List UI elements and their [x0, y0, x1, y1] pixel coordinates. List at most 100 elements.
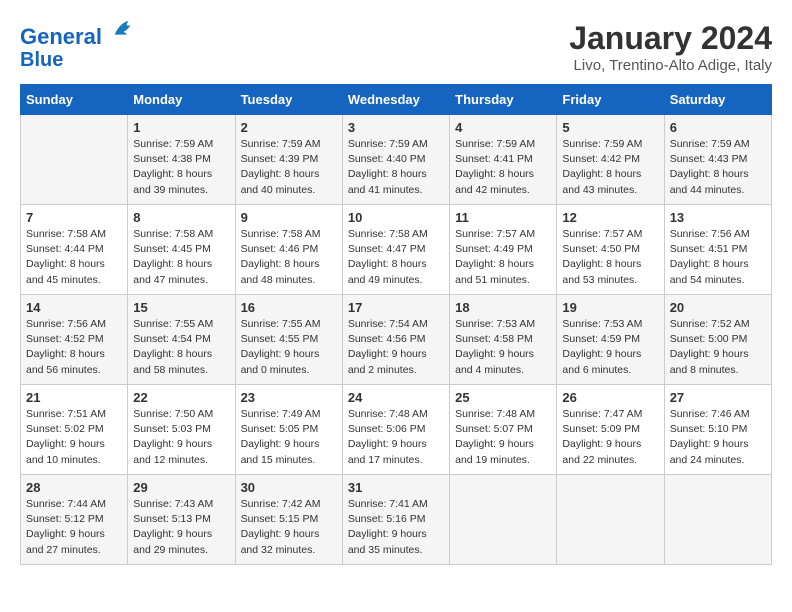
calendar-table: SundayMondayTuesdayWednesdayThursdayFrid…: [20, 84, 772, 565]
day-info: Sunrise: 7:48 AMSunset: 5:06 PMDaylight:…: [348, 407, 444, 468]
calendar-cell: 6 Sunrise: 7:59 AMSunset: 4:43 PMDaylight…: [664, 115, 771, 205]
weekday-header-row: SundayMondayTuesdayWednesdayThursdayFrid…: [21, 85, 772, 115]
calendar-cell: 13 Sunrise: 7:56 AMSunset: 4:51 PMDayligh…: [664, 205, 771, 295]
day-info: Sunrise: 7:58 AMSunset: 4:45 PMDaylight:…: [133, 227, 229, 288]
day-info: Sunrise: 7:42 AMSunset: 5:15 PMDaylight:…: [241, 497, 337, 558]
day-info: Sunrise: 7:49 AMSunset: 5:05 PMDaylight:…: [241, 407, 337, 468]
calendar-cell: 2 Sunrise: 7:59 AMSunset: 4:39 PMDaylight…: [235, 115, 342, 205]
day-info: Sunrise: 7:56 AMSunset: 4:52 PMDaylight:…: [26, 317, 122, 378]
day-info: Sunrise: 7:50 AMSunset: 5:03 PMDaylight:…: [133, 407, 229, 468]
weekday-header-tuesday: Tuesday: [235, 85, 342, 115]
day-info: Sunrise: 7:44 AMSunset: 5:12 PMDaylight:…: [26, 497, 122, 558]
day-number: 20: [670, 300, 766, 315]
calendar-week-row: 7Sunrise: 7:58 AMSunset: 4:44 PMDaylight…: [21, 205, 772, 295]
day-info: Sunrise: 7:59 AMSunset: 4:40 PMDaylight:…: [348, 137, 444, 198]
day-number: 12: [562, 210, 658, 225]
day-number: 6: [670, 120, 766, 135]
day-info: Sunrise: 7:57 AMSunset: 4:49 PMDaylight:…: [455, 227, 551, 288]
calendar-cell: 29 Sunrise: 7:43 AMSunset: 5:13 PMDayligh…: [128, 475, 235, 565]
logo: General Blue: [20, 20, 138, 71]
day-info: Sunrise: 7:59 AMSunset: 4:38 PMDaylight:…: [133, 137, 229, 198]
day-info: Sunrise: 7:46 AMSunset: 5:10 PMDaylight:…: [670, 407, 766, 468]
day-info: Sunrise: 7:54 AMSunset: 4:56 PMDaylight:…: [348, 317, 444, 378]
day-number: 30: [241, 480, 337, 495]
calendar-cell: 17Sunrise: 7:54 AMSunset: 4:56 PMDayligh…: [342, 295, 449, 385]
day-number: 22: [133, 390, 229, 405]
day-number: 14: [26, 300, 122, 315]
day-info: Sunrise: 7:52 AMSunset: 5:00 PMDaylight:…: [670, 317, 766, 378]
calendar-cell: 30 Sunrise: 7:42 AMSunset: 5:15 PMDayligh…: [235, 475, 342, 565]
day-info: Sunrise: 7:59 AMSunset: 4:43 PMDaylight:…: [670, 137, 766, 198]
day-number: 23: [241, 390, 337, 405]
calendar-cell: 14 Sunrise: 7:56 AMSunset: 4:52 PMDayligh…: [21, 295, 128, 385]
day-number: 26: [562, 390, 658, 405]
day-number: 1: [133, 120, 229, 135]
calendar-cell: 26 Sunrise: 7:47 AMSunset: 5:09 PMDayligh…: [557, 385, 664, 475]
logo-general: General: [20, 24, 102, 49]
calendar-cell: 20 Sunrise: 7:52 AMSunset: 5:00 PMDayligh…: [664, 295, 771, 385]
page-header: General Blue January 2024 Livo, Trentino…: [20, 20, 772, 74]
day-info: Sunrise: 7:58 AMSunset: 4:46 PMDaylight:…: [241, 227, 337, 288]
day-number: 24: [348, 390, 444, 405]
day-info: Sunrise: 7:43 AMSunset: 5:13 PMDaylight:…: [133, 497, 229, 558]
calendar-cell: 23 Sunrise: 7:49 AMSunset: 5:05 PMDayligh…: [235, 385, 342, 475]
day-number: 28: [26, 480, 122, 495]
calendar-cell: 18 Sunrise: 7:53 AMSunset: 4:58 PMDayligh…: [450, 295, 557, 385]
day-number: 27: [670, 390, 766, 405]
calendar-cell: 27 Sunrise: 7:46 AMSunset: 5:10 PMDayligh…: [664, 385, 771, 475]
weekday-header-monday: Monday: [128, 85, 235, 115]
title-block: January 2024 Livo, Trentino-Alto Adige, …: [569, 20, 772, 74]
weekday-header-friday: Friday: [557, 85, 664, 115]
day-number: 25: [455, 390, 551, 405]
calendar-cell: 11Sunrise: 7:57 AMSunset: 4:49 PMDayligh…: [450, 205, 557, 295]
calendar-cell: 19Sunrise: 7:53 AMSunset: 4:59 PMDayligh…: [557, 295, 664, 385]
calendar-cell: 10 Sunrise: 7:58 AMSunset: 4:47 PMDayligh…: [342, 205, 449, 295]
day-number: 15: [133, 300, 229, 315]
day-info: Sunrise: 7:41 AMSunset: 5:16 PMDaylight:…: [348, 497, 444, 558]
day-number: 2: [241, 120, 337, 135]
day-info: Sunrise: 7:59 AMSunset: 4:39 PMDaylight:…: [241, 137, 337, 198]
calendar-cell: 12 Sunrise: 7:57 AMSunset: 4:50 PMDayligh…: [557, 205, 664, 295]
calendar-cell: 28 Sunrise: 7:44 AMSunset: 5:12 PMDayligh…: [21, 475, 128, 565]
day-info: Sunrise: 7:51 AMSunset: 5:02 PMDaylight:…: [26, 407, 122, 468]
day-number: 13: [670, 210, 766, 225]
day-info: Sunrise: 7:57 AMSunset: 4:50 PMDaylight:…: [562, 227, 658, 288]
calendar-cell: 15Sunrise: 7:55 AMSunset: 4:54 PMDayligh…: [128, 295, 235, 385]
calendar-cell: [557, 475, 664, 565]
day-number: 3: [348, 120, 444, 135]
calendar-week-row: 1 Sunrise: 7:59 AMSunset: 4:38 PMDaylight…: [21, 115, 772, 205]
calendar-week-row: 14 Sunrise: 7:56 AMSunset: 4:52 PMDayligh…: [21, 295, 772, 385]
calendar-cell: 16 Sunrise: 7:55 AMSunset: 4:55 PMDayligh…: [235, 295, 342, 385]
day-info: Sunrise: 7:48 AMSunset: 5:07 PMDaylight:…: [455, 407, 551, 468]
logo-text: General: [20, 20, 138, 49]
calendar-cell: 24 Sunrise: 7:48 AMSunset: 5:06 PMDayligh…: [342, 385, 449, 475]
calendar-cell: 1 Sunrise: 7:59 AMSunset: 4:38 PMDaylight…: [128, 115, 235, 205]
calendar-cell: 7Sunrise: 7:58 AMSunset: 4:44 PMDaylight…: [21, 205, 128, 295]
day-number: 18: [455, 300, 551, 315]
day-info: Sunrise: 7:55 AMSunset: 4:55 PMDaylight:…: [241, 317, 337, 378]
calendar-cell: 9Sunrise: 7:58 AMSunset: 4:46 PMDaylight…: [235, 205, 342, 295]
day-number: 29: [133, 480, 229, 495]
day-info: Sunrise: 7:58 AMSunset: 4:44 PMDaylight:…: [26, 227, 122, 288]
day-number: 19: [562, 300, 658, 315]
day-number: 16: [241, 300, 337, 315]
location: Livo, Trentino-Alto Adige, Italy: [569, 57, 772, 74]
day-info: Sunrise: 7:59 AMSunset: 4:42 PMDaylight:…: [562, 137, 658, 198]
day-info: Sunrise: 7:47 AMSunset: 5:09 PMDaylight:…: [562, 407, 658, 468]
weekday-header-wednesday: Wednesday: [342, 85, 449, 115]
calendar-cell: 21 Sunrise: 7:51 AMSunset: 5:02 PMDayligh…: [21, 385, 128, 475]
day-number: 31: [348, 480, 444, 495]
day-number: 21: [26, 390, 122, 405]
day-number: 10: [348, 210, 444, 225]
day-number: 8: [133, 210, 229, 225]
logo-bird-icon: [110, 16, 138, 44]
weekday-header-thursday: Thursday: [450, 85, 557, 115]
day-info: Sunrise: 7:56 AMSunset: 4:51 PMDaylight:…: [670, 227, 766, 288]
weekday-header-saturday: Saturday: [664, 85, 771, 115]
month-title: January 2024: [569, 20, 772, 57]
day-number: 4: [455, 120, 551, 135]
logo-blue: Blue: [20, 49, 138, 71]
calendar-cell: 25 Sunrise: 7:48 AMSunset: 5:07 PMDayligh…: [450, 385, 557, 475]
day-info: Sunrise: 7:58 AMSunset: 4:47 PMDaylight:…: [348, 227, 444, 288]
day-info: Sunrise: 7:53 AMSunset: 4:58 PMDaylight:…: [455, 317, 551, 378]
